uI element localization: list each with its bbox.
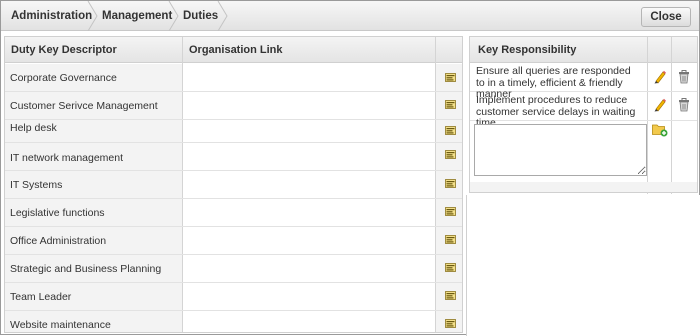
organisation-link-cell <box>183 92 435 119</box>
table-header: Duty Key Descriptor Organisation Link <box>5 37 462 63</box>
duty-descriptor-cell: IT network management <box>5 143 182 170</box>
organisation-link-cell <box>183 171 435 198</box>
breadcrumb-duties: Duties <box>183 10 219 22</box>
breadcrumb-management[interactable]: Management <box>102 1 172 31</box>
duty-descriptor-cell: Corporate Governance <box>5 64 182 91</box>
table-row[interactable]: Office Administration <box>5 227 462 255</box>
organisation-link-cell <box>183 227 435 254</box>
duties-window: Administration Management Duties Close D… <box>0 0 700 336</box>
link-organisation-icon[interactable] <box>445 291 456 300</box>
duty-descriptor-text: Customer Serivce Management <box>10 100 158 112</box>
table-row[interactable]: Customer Serivce Management <box>5 92 462 120</box>
duty-descriptor-cell: Team Leader <box>5 283 182 310</box>
link-organisation-icon[interactable] <box>445 207 456 216</box>
organisation-link-cell <box>183 283 435 310</box>
table-row[interactable]: Team Leader <box>5 283 462 311</box>
organisation-link-cell <box>183 255 435 282</box>
duty-descriptor-cell: IT Systems <box>5 171 182 198</box>
duty-descriptor-text: Corporate Governance <box>10 72 117 84</box>
organisation-link-cell <box>183 311 435 332</box>
link-organisation-icon[interactable] <box>445 150 456 159</box>
table-row[interactable]: Corporate Governance <box>5 64 462 92</box>
trash-icon[interactable] <box>678 70 690 84</box>
duty-descriptor-cell: Customer Serivce Management <box>5 92 182 119</box>
table-row[interactable]: IT network management <box>5 143 462 171</box>
pencil-icon[interactable] <box>653 70 666 84</box>
table-row[interactable]: IT Systems <box>5 171 462 199</box>
duty-descriptor-cell: Legislative functions <box>5 199 182 226</box>
responsibility-row: Implement procedures to reduce customer … <box>470 93 697 129</box>
empty-area <box>466 195 700 336</box>
duty-descriptor-text: IT Systems <box>10 179 63 191</box>
breadcrumb: Administration Management Duties Close <box>1 1 699 31</box>
duty-descriptor-cell: Help desk <box>5 120 182 142</box>
duty-descriptor-text: Legislative functions <box>10 207 105 219</box>
duties-table: Duty Key Descriptor Organisation Link Co… <box>4 36 463 333</box>
breadcrumb-separator-icon <box>168 1 179 31</box>
duty-descriptor-text: Team Leader <box>10 291 72 303</box>
link-organisation-icon[interactable] <box>445 179 456 188</box>
folder-add-icon[interactable] <box>652 123 668 137</box>
breadcrumb-separator-icon <box>87 1 98 31</box>
breadcrumb-administration[interactable]: Administration <box>11 1 92 31</box>
duty-descriptor-text: Website maintenance <box>10 319 111 331</box>
duty-descriptor-cell: Office Administration <box>5 227 182 254</box>
column-header-organisation-link[interactable]: Organisation Link <box>183 37 283 63</box>
panel-footer <box>470 182 697 192</box>
organisation-link-cell <box>183 64 435 91</box>
new-responsibility-input[interactable] <box>474 124 647 176</box>
table-row[interactable]: Website maintenance <box>5 311 462 332</box>
link-organisation-icon[interactable] <box>445 235 456 244</box>
table-row[interactable]: Legislative functions <box>5 199 462 227</box>
table-row[interactable]: Strategic and Business Planning <box>5 255 462 283</box>
organisation-link-cell <box>183 199 435 226</box>
link-organisation-icon[interactable] <box>445 100 456 109</box>
link-organisation-icon[interactable] <box>445 319 456 328</box>
breadcrumb-separator-icon <box>217 1 228 31</box>
duty-descriptor-text: Help desk <box>10 122 57 134</box>
duty-descriptor-text: Office Administration <box>10 235 107 247</box>
trash-icon[interactable] <box>678 98 690 112</box>
link-organisation-icon[interactable] <box>445 126 456 135</box>
link-organisation-icon[interactable] <box>445 73 456 82</box>
duty-descriptor-cell: Website maintenance <box>5 311 182 332</box>
key-responsibility-panel: Key Responsibility Ensure all queries ar… <box>469 36 698 194</box>
duty-descriptor-text: IT network management <box>10 152 124 164</box>
responsibility-row: Ensure all queries are responded to in a… <box>470 64 697 100</box>
link-organisation-icon[interactable] <box>445 263 456 272</box>
pencil-icon[interactable] <box>653 98 666 112</box>
duty-descriptor-text: Strategic and Business Planning <box>10 263 162 275</box>
organisation-link-cell <box>183 120 435 142</box>
key-responsibility-header: Key Responsibility <box>470 37 697 63</box>
key-responsibility-title: Key Responsibility <box>478 44 577 56</box>
organisation-link-cell <box>183 143 435 170</box>
duty-descriptor-cell: Strategic and Business Planning <box>5 255 182 282</box>
column-header-duty-key-descriptor[interactable]: Duty Key Descriptor <box>5 37 117 63</box>
table-row[interactable]: Help desk <box>5 120 462 143</box>
close-button[interactable]: Close <box>641 7 691 27</box>
